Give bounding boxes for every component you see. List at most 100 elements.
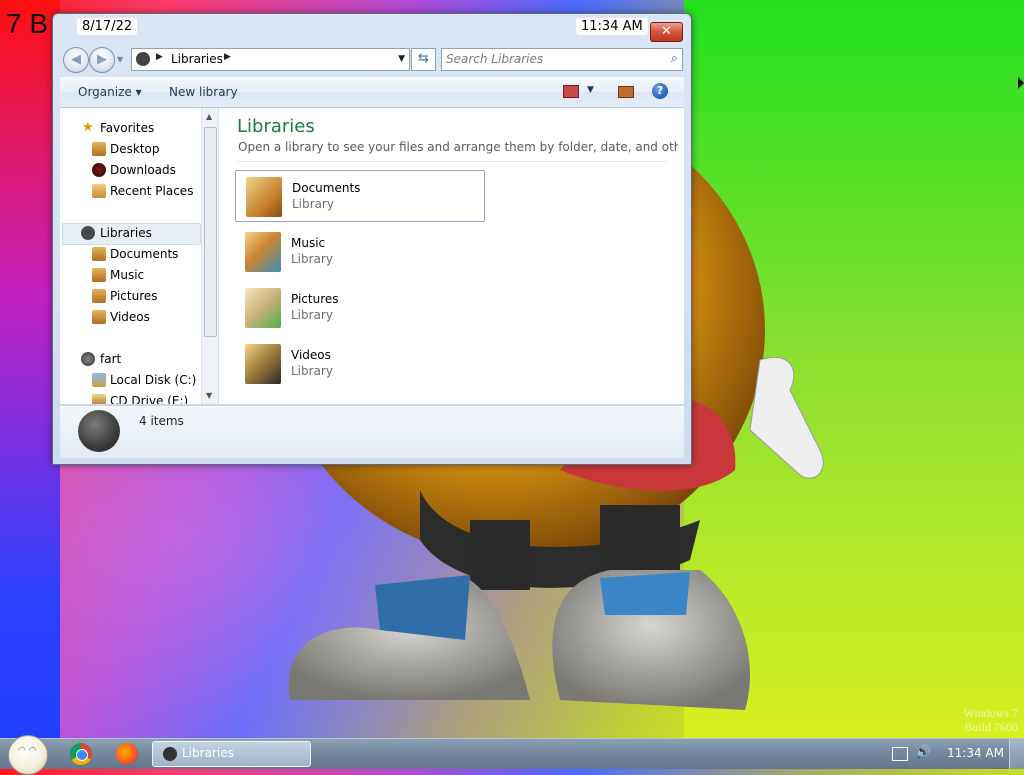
item-count: 4 items: [139, 414, 184, 428]
search-box[interactable]: ⌕: [441, 48, 683, 71]
nav-item-label: Videos: [110, 310, 150, 324]
nav-item-videos[interactable]: Videos: [110, 307, 150, 327]
nav-item-recent-places[interactable]: Recent Places: [110, 181, 193, 201]
nav-item-label: Music: [110, 268, 145, 282]
nav-favorites[interactable]: Favorites: [100, 118, 154, 138]
nav-item-pictures[interactable]: Pictures: [110, 286, 158, 306]
firefox-icon[interactable]: [116, 743, 138, 765]
desktop-folder-icon: [92, 142, 106, 156]
nav-item-local-disk[interactable]: Local Disk (C:): [110, 370, 196, 390]
desktop-background-right: [684, 0, 1024, 738]
forward-arrow-icon: ▶: [97, 52, 107, 67]
address-history-dropdown-icon[interactable]: ▼: [398, 54, 405, 64]
title-date: 8/17/22: [77, 18, 138, 35]
libraries-icon: [163, 747, 177, 761]
nav-item-desktop[interactable]: Desktop: [110, 139, 160, 159]
navigation-pane: Favorites ★ Desktop Downloads Recent Pla…: [60, 108, 217, 404]
change-view-icon[interactable]: [563, 85, 579, 98]
library-type: Library: [292, 197, 334, 211]
library-name: Music: [291, 236, 326, 250]
library-item-videos[interactable]: Videos Library: [235, 338, 483, 388]
recent-pages-dropdown-icon[interactable]: ▼: [117, 55, 123, 64]
pictures-library-icon: [245, 288, 281, 328]
library-name: Videos: [291, 348, 331, 362]
close-button[interactable]: ✕: [650, 22, 683, 42]
taskbar-button-label: Libraries: [182, 746, 234, 760]
watermark-line-2: Build 7600: [964, 720, 1018, 734]
music-library-icon: [92, 268, 106, 282]
navigation-scrollbar[interactable]: ▲ ▼: [201, 108, 218, 404]
nav-item-label: Pictures: [110, 289, 158, 303]
nav-libraries[interactable]: Libraries: [100, 223, 152, 243]
downloads-folder-icon: [92, 163, 106, 177]
nav-item-label: Local Disk (C:): [110, 373, 197, 387]
breadcrumb-chevron-icon[interactable]: ▶: [156, 52, 163, 62]
recent-places-folder-icon: [92, 184, 106, 198]
breadcrumb-chevron-icon[interactable]: ▶: [224, 52, 231, 62]
computer-icon: [81, 352, 95, 366]
back-arrow-icon: ◀: [71, 52, 81, 67]
search-input[interactable]: [446, 51, 656, 67]
library-item-documents[interactable]: Documents Library: [235, 170, 485, 222]
system-clock[interactable]: 11:34 AM: [947, 746, 1004, 760]
nav-favorites-label: Favorites: [100, 121, 155, 135]
library-name: Documents: [292, 181, 361, 195]
volume-icon[interactable]: 🔊: [915, 745, 931, 760]
pictures-library-icon: [92, 289, 106, 303]
refresh-button[interactable]: ⇆: [411, 48, 436, 71]
nav-item-music[interactable]: Music: [110, 265, 144, 285]
help-icon[interactable]: ?: [652, 83, 668, 99]
back-button[interactable]: ◀: [63, 47, 89, 73]
title-time: 11:34 AM: [576, 18, 648, 35]
nav-computer-label: fart: [100, 352, 122, 366]
documents-library-icon: [246, 177, 282, 217]
navigation-row: ◀ ▶ ▼ ▶ Libraries ▶ ▼ ⇆ ⌕: [61, 46, 685, 74]
os-watermark: Windows 7 Build 7600: [963, 706, 1018, 734]
library-type: Library: [291, 252, 333, 266]
forward-button[interactable]: ▶: [89, 47, 115, 73]
scroll-down-icon[interactable]: ▼: [206, 391, 212, 400]
details-pane: 4 items: [60, 405, 684, 458]
show-desktop-button[interactable]: [1009, 739, 1024, 769]
chrome-icon[interactable]: [70, 743, 92, 765]
star-icon: ★: [82, 120, 94, 135]
nav-item-label: CD Drive (E:): [110, 394, 189, 404]
scroll-up-icon[interactable]: ▲: [206, 112, 212, 121]
library-item-music[interactable]: Music Library: [235, 226, 483, 276]
nav-item-documents[interactable]: Documents: [110, 244, 178, 264]
network-icon[interactable]: [892, 747, 908, 761]
new-library-button[interactable]: New library: [169, 85, 238, 99]
start-button[interactable]: [8, 735, 48, 775]
breadcrumb-libraries[interactable]: Libraries: [171, 52, 223, 66]
library-item-pictures[interactable]: Pictures Library: [235, 282, 483, 332]
nav-libraries-label: Libraries: [100, 226, 152, 240]
library-name: Pictures: [291, 292, 339, 306]
content-pane: Libraries Open a library to see your fil…: [219, 108, 684, 404]
documents-library-icon: [92, 247, 106, 261]
taskbar-button-libraries[interactable]: Libraries: [152, 741, 311, 767]
window-titlebar[interactable]: 8/17/22 11:34 AM ✕: [53, 14, 691, 44]
nav-item-downloads[interactable]: Downloads: [110, 160, 176, 180]
library-type: Library: [291, 308, 333, 322]
nav-item-cd-drive[interactable]: CD Drive (E:): [110, 391, 188, 404]
nav-item-label: Downloads: [110, 163, 176, 177]
organize-menu-button[interactable]: Organize ▾: [78, 85, 142, 99]
music-library-icon: [245, 232, 281, 272]
view-options-dropdown-icon[interactable]: ▼: [587, 85, 594, 95]
address-bar[interactable]: ▶ Libraries ▶ ▼: [131, 48, 410, 71]
nav-item-label: Documents: [110, 247, 179, 261]
videos-library-icon: [245, 344, 281, 384]
desktop-background-left: [0, 0, 60, 738]
desktop-corner-text: 7 B: [6, 8, 49, 39]
mouse-cursor-icon: [1018, 77, 1024, 89]
libraries-icon: [136, 52, 150, 66]
videos-library-icon: [92, 310, 106, 324]
watermark-line-1: Windows 7: [963, 706, 1018, 720]
nav-computer[interactable]: fart: [100, 349, 121, 369]
search-icon[interactable]: ⌕: [671, 51, 678, 66]
preview-pane-icon[interactable]: [618, 86, 634, 98]
cd-drive-icon: [92, 394, 106, 404]
library-type: Library: [291, 364, 333, 378]
scrollbar-thumb[interactable]: [204, 127, 217, 337]
command-bar: Organize ▾ New library ▼ ?: [60, 77, 684, 108]
